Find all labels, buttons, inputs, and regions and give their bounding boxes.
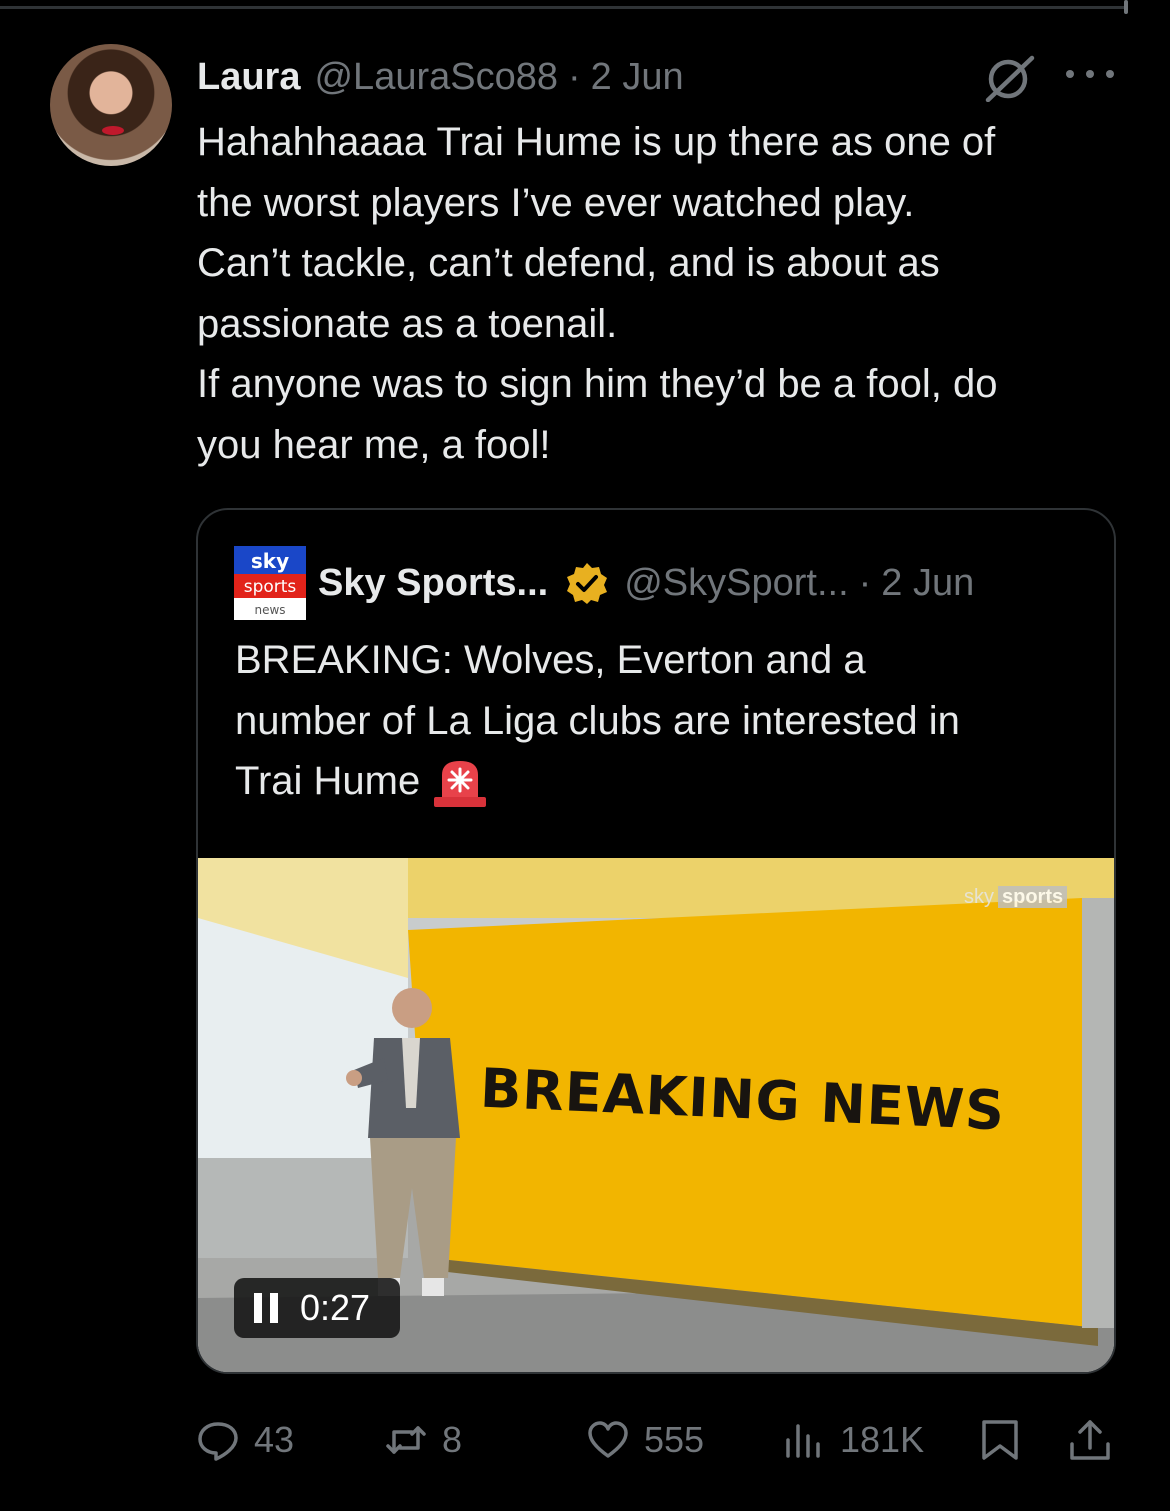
sky-sports-news-logo[interactable]: sky sports news	[234, 546, 306, 620]
video-time: 0:27	[300, 1287, 371, 1328]
quote-text-line: number of La Liga clubs are interested i…	[235, 698, 960, 743]
tweet-text-line: Hahahhaaaa Trai Hume is up there as one …	[197, 120, 996, 164]
grok-icon[interactable]	[984, 54, 1036, 102]
video-watermark: sky sports	[964, 886, 1068, 909]
logo-news-text: news	[254, 603, 285, 617]
bookmark-icon	[982, 1420, 1018, 1460]
quote-author-name[interactable]: Sky Sports...	[318, 562, 548, 605]
video-controls[interactable]: 0:27	[234, 1278, 400, 1338]
separator-dot: ·	[858, 561, 872, 604]
watermark-sky: sky	[964, 886, 994, 908]
verified-badge-icon[interactable]	[566, 562, 608, 604]
views-button[interactable]: 181K	[782, 1418, 924, 1462]
scrollbar-thumb[interactable]	[1124, 0, 1128, 14]
tweet-text-line: passionate as a toenail.	[197, 301, 618, 346]
share-button[interactable]	[1068, 1418, 1112, 1462]
view-count: 181K	[840, 1419, 925, 1460]
heart-icon	[588, 1421, 628, 1458]
bookmark-button[interactable]	[978, 1418, 1022, 1462]
author-name[interactable]: Laura	[197, 56, 300, 99]
avatar[interactable]	[50, 44, 172, 166]
avatar-detail	[102, 126, 124, 135]
author-handle[interactable]: @LauraSco88	[314, 56, 558, 99]
reply-count: 43	[254, 1419, 295, 1460]
reply-icon	[198, 1422, 238, 1461]
tweet-text-line: the worst players I’ve ever watched play…	[197, 180, 915, 225]
quote-header: Sky Sports... @SkySport... · 2 Jun	[318, 558, 974, 608]
separator-dot: ·	[568, 55, 581, 98]
tweet-text-line: you hear me, a fool!	[197, 422, 551, 467]
tweet-date[interactable]: 2 Jun	[591, 56, 684, 99]
police-light-icon	[434, 761, 487, 808]
watermark-sports: sports	[998, 886, 1068, 908]
repost-count: 8	[442, 1419, 463, 1460]
like-count: 555	[644, 1419, 705, 1460]
quote-text-line: Trai Hume	[235, 751, 1095, 812]
quote-author-handle[interactable]: @SkySport...	[624, 562, 848, 605]
quote-text-line: BREAKING: Wolves, Everton and a	[235, 638, 866, 682]
logo-sports-text: sports	[244, 577, 297, 597]
quoted-tweet[interactable]: sky sports news Sky Sports... @SkySport.…	[196, 508, 1116, 1374]
like-button[interactable]: 555	[586, 1418, 704, 1462]
repost-icon	[386, 1426, 426, 1454]
quote-date[interactable]: 2 Jun	[881, 562, 974, 605]
video-player[interactable]: sky sports BREAKING NEWS 0:27	[198, 858, 1114, 1372]
top-divider	[0, 6, 1124, 9]
tweet-text: Hahahhaaaa Trai Hume is up there as one …	[197, 112, 1137, 475]
tweet-header: Laura @LauraSco88 · 2 Jun	[197, 52, 684, 102]
more-options-icon[interactable]	[1066, 66, 1114, 82]
tweet-text-line: Can’t tackle, can’t defend, and is about…	[197, 241, 940, 285]
analytics-icon	[786, 1424, 820, 1458]
reply-button[interactable]: 43	[196, 1418, 294, 1462]
repost-button[interactable]: 8	[384, 1418, 462, 1462]
share-icon	[1070, 1420, 1110, 1460]
tweet-text-line: If anyone was to sign him they’d be a fo…	[197, 362, 998, 406]
pause-icon[interactable]	[254, 1293, 278, 1323]
action-bar: 43 8 555 181K	[0, 1418, 1170, 1474]
quote-text-line-content: Trai Hume	[235, 759, 421, 803]
logo-sky-text: sky	[251, 549, 289, 573]
quote-text: BREAKING: Wolves, Everton and a number o…	[235, 630, 1095, 812]
